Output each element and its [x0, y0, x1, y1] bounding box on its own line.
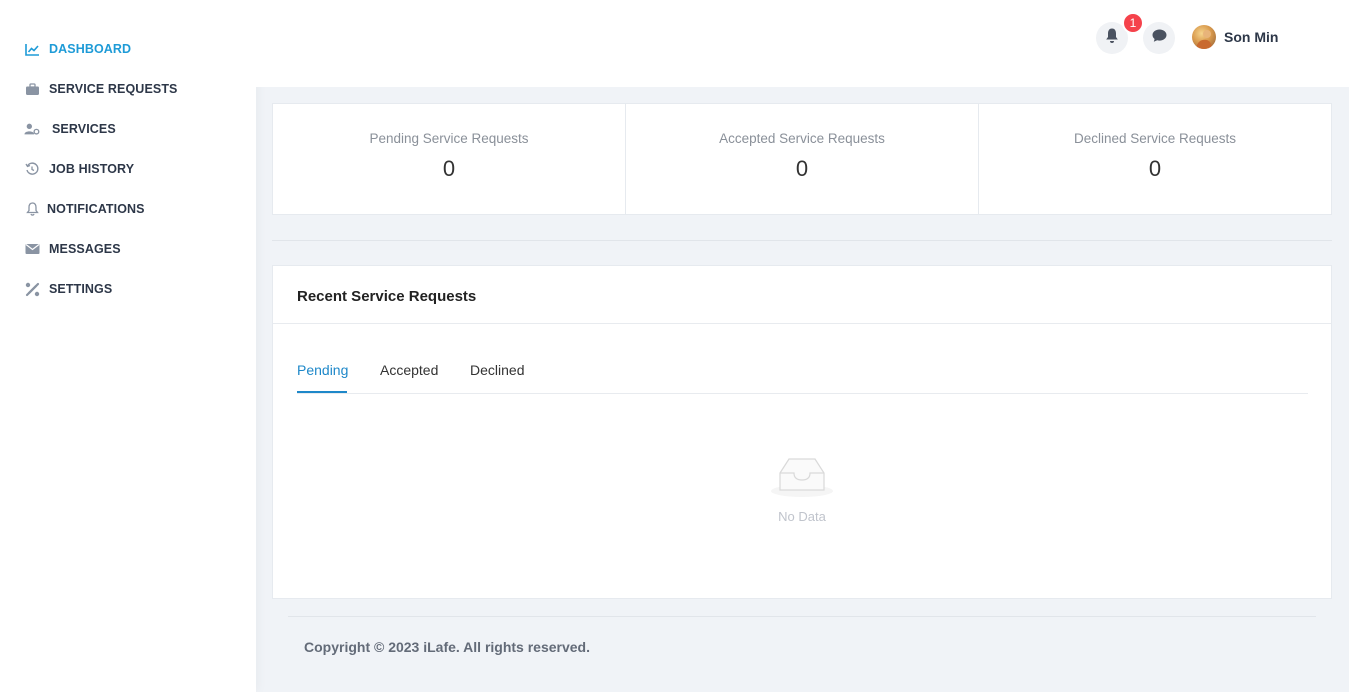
sidebar-item-label: JOB HISTORY [49, 162, 135, 176]
bell-icon [24, 201, 40, 217]
stat-accepted: Accepted Service Requests 0 [626, 104, 979, 214]
sidebar-item-job-history[interactable]: JOB HISTORY [24, 159, 134, 179]
sidebar-item-label: DASHBOARD [49, 42, 132, 56]
section-divider [272, 240, 1332, 241]
envelope-icon [24, 241, 40, 257]
briefcase-icon [24, 81, 40, 97]
card-header-divider [273, 323, 1331, 324]
chart-line-icon [24, 41, 40, 57]
stat-label: Pending Service Requests [369, 131, 529, 146]
history-icon [24, 161, 40, 177]
sidebar-item-settings[interactable]: SETTINGS [24, 279, 112, 299]
card-title: Recent Service Requests [297, 288, 477, 305]
sidebar: DASHBOARD SERVICE REQUESTS SERVICES JOB … [0, 0, 256, 692]
chat-bubble-icon [1151, 28, 1168, 48]
sidebar-item-label: SERVICE REQUESTS [49, 82, 178, 96]
empty-state [273, 454, 1331, 503]
stat-pending: Pending Service Requests 0 [273, 104, 626, 214]
notification-badge: 1 [1122, 12, 1144, 34]
sidebar-item-label: MESSAGES [49, 242, 121, 256]
sidebar-item-label: SERVICES [52, 122, 116, 136]
sidebar-item-dashboard[interactable]: DASHBOARD [24, 39, 131, 59]
sidebar-item-label: SETTINGS [49, 282, 113, 296]
stat-value: 0 [1148, 156, 1162, 181]
empty-state-text: No Data [778, 509, 826, 524]
stat-label: Declined Service Requests [1073, 131, 1237, 146]
copyright-text: Copyright © 2023 iLafe. All rights reser… [304, 639, 590, 655]
stat-value: 0 [442, 156, 456, 181]
user-gear-icon [24, 121, 40, 137]
sidebar-item-service-requests[interactable]: SERVICE REQUESTS [24, 79, 178, 99]
stat-declined: Declined Service Requests 0 [979, 104, 1331, 214]
sidebar-item-label: NOTIFICATIONS [47, 202, 145, 216]
active-tab-indicator [297, 391, 347, 393]
request-tabs: Pending Accepted Declined [297, 356, 1308, 394]
footer-divider [288, 616, 1316, 617]
recent-requests-card: Recent Service Requests Pending Accepted… [272, 265, 1332, 599]
empty-inbox-icon [770, 458, 834, 502]
tab-pending[interactable]: Pending [297, 362, 348, 378]
tools-icon [24, 281, 40, 297]
stat-value: 0 [795, 156, 809, 181]
bell-icon [1104, 27, 1120, 49]
sidebar-item-notifications[interactable]: NOTIFICATIONS [24, 199, 145, 219]
tab-accepted[interactable]: Accepted [380, 362, 438, 378]
messages-button[interactable] [1143, 22, 1175, 54]
stat-label: Accepted Service Requests [719, 131, 885, 146]
avatar[interactable] [1192, 25, 1216, 49]
sidebar-item-services[interactable]: SERVICES [24, 119, 116, 139]
user-name[interactable]: Son Min [1224, 29, 1278, 45]
tab-declined[interactable]: Declined [470, 362, 524, 378]
sidebar-item-messages[interactable]: MESSAGES [24, 239, 121, 259]
topbar: 1 Son Min [256, 0, 1349, 87]
stats-panel: Pending Service Requests 0 Accepted Serv… [272, 103, 1332, 215]
